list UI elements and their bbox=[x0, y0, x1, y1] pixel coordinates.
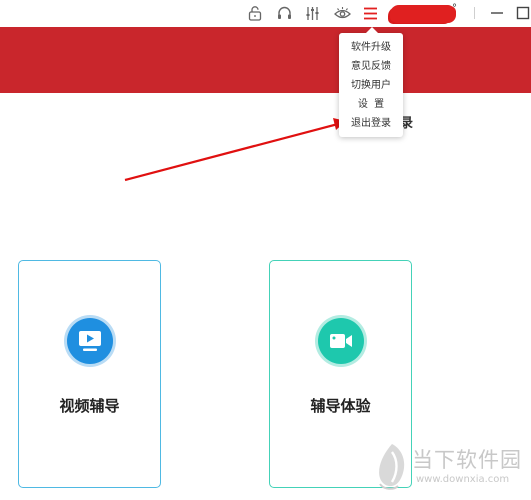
video-play-icon bbox=[67, 318, 113, 364]
menu-item-feedback[interactable]: 意见反馈 bbox=[339, 57, 403, 76]
watermark-name: 当下软件园 bbox=[412, 448, 522, 472]
watermark-logo-icon bbox=[379, 444, 405, 490]
card-label: 辅导体验 bbox=[310, 397, 371, 415]
menu-item-switch-user[interactable]: 切换用户 bbox=[339, 76, 403, 95]
menu-item-upgrade[interactable]: 软件升级 bbox=[339, 38, 403, 57]
menu-caret bbox=[366, 27, 378, 33]
video-tutoring-card[interactable]: 视频辅导 bbox=[18, 260, 161, 488]
menu-item-logout[interactable]: 退出登录 bbox=[339, 114, 403, 133]
watermark: 当下软件园 www.downxia.com bbox=[370, 440, 530, 498]
watermark-url: www.downxia.com bbox=[416, 474, 510, 485]
dropdown-menu: 软件升级 意见反馈 切换用户 设 置 退出登录 bbox=[339, 27, 403, 137]
menu-item-settings[interactable]: 设 置 bbox=[339, 95, 403, 114]
card-label: 视频辅导 bbox=[59, 397, 120, 415]
video-camera-icon bbox=[318, 318, 364, 364]
